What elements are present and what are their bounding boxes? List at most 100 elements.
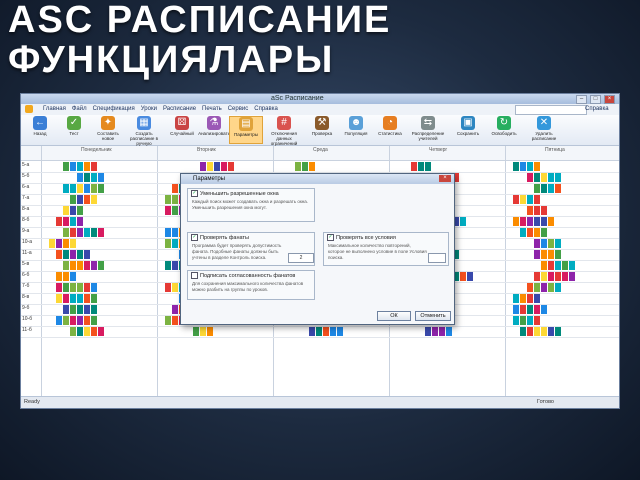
lesson-card[interactable] [548, 239, 554, 248]
lesson-card[interactable] [91, 283, 97, 292]
menu-item[interactable]: Главная [43, 104, 66, 115]
ribbon-button[interactable]: ↻ Освободить [487, 116, 521, 144]
lesson-card[interactable] [520, 327, 526, 336]
lesson-card[interactable] [165, 261, 171, 270]
lesson-card[interactable] [172, 239, 178, 248]
lesson-card[interactable] [221, 162, 227, 171]
lesson-card[interactable] [548, 283, 554, 292]
lesson-card[interactable] [70, 250, 76, 259]
lesson-card[interactable] [77, 228, 83, 237]
lesson-card[interactable] [330, 327, 336, 336]
menu-item[interactable]: Расписание [163, 104, 196, 115]
lesson-card[interactable] [439, 327, 445, 336]
lesson-card[interactable] [70, 162, 76, 171]
lesson-card[interactable] [534, 206, 540, 215]
lesson-card[interactable] [562, 272, 568, 281]
lesson-card[interactable] [165, 316, 171, 325]
lesson-card[interactable] [84, 261, 90, 270]
lesson-card[interactable] [91, 228, 97, 237]
lesson-card[interactable] [84, 195, 90, 204]
lesson-card[interactable] [165, 195, 171, 204]
lesson-card[interactable] [84, 184, 90, 193]
lesson-card[interactable] [548, 272, 554, 281]
lesson-card[interactable] [534, 195, 540, 204]
ribbon-button[interactable]: # Отключения данных ограничений [267, 116, 301, 146]
lesson-card[interactable] [541, 217, 547, 226]
lesson-card[interactable] [77, 195, 83, 204]
lesson-card[interactable] [534, 272, 540, 281]
lesson-card[interactable] [534, 294, 540, 303]
ribbon-button[interactable]: ▦ Создать расписание в ручную [127, 116, 161, 146]
lesson-card[interactable] [91, 261, 97, 270]
lesson-card[interactable] [460, 272, 466, 281]
lesson-card[interactable] [70, 283, 76, 292]
minimize-icon[interactable]: – [576, 95, 587, 104]
lesson-card[interactable] [569, 272, 575, 281]
lesson-card[interactable] [172, 228, 178, 237]
lesson-card[interactable] [77, 261, 83, 270]
lesson-card[interactable] [569, 261, 575, 270]
lesson-card[interactable] [520, 162, 526, 171]
lesson-card[interactable] [91, 195, 97, 204]
lesson-card[interactable] [467, 272, 473, 281]
checkbox-check-all-conditions[interactable]: ✓ [327, 234, 334, 241]
lesson-card[interactable] [323, 327, 329, 336]
ribbon-button[interactable]: ← Назад [23, 116, 57, 144]
lesson-card[interactable] [172, 206, 178, 215]
lesson-card[interactable] [214, 162, 220, 171]
ribbon-button[interactable]: ✕ Удалить расписание [527, 116, 561, 144]
lesson-card[interactable] [63, 316, 69, 325]
lesson-card[interactable] [70, 272, 76, 281]
lesson-card[interactable] [91, 305, 97, 314]
lesson-card[interactable] [172, 184, 178, 193]
lesson-card[interactable] [534, 327, 540, 336]
lesson-card[interactable] [63, 261, 69, 270]
lesson-card[interactable] [548, 250, 554, 259]
lesson-card[interactable] [555, 173, 561, 182]
lesson-card[interactable] [418, 162, 424, 171]
menu-item[interactable]: Спецификация [93, 104, 135, 115]
lesson-card[interactable] [527, 305, 533, 314]
lesson-card[interactable] [49, 239, 55, 248]
lesson-card[interactable] [302, 162, 308, 171]
lesson-card[interactable] [70, 305, 76, 314]
lesson-card[interactable] [63, 305, 69, 314]
lesson-card[interactable] [555, 250, 561, 259]
lesson-card[interactable] [84, 250, 90, 259]
lesson-card[interactable] [316, 327, 322, 336]
lesson-card[interactable] [172, 261, 178, 270]
lesson-card[interactable] [520, 294, 526, 303]
lesson-card[interactable] [172, 316, 178, 325]
lesson-card[interactable] [527, 195, 533, 204]
lesson-card[interactable] [534, 162, 540, 171]
lesson-card[interactable] [77, 305, 83, 314]
lesson-card[interactable] [541, 239, 547, 248]
lesson-card[interactable] [460, 217, 466, 226]
lesson-card[interactable] [84, 305, 90, 314]
lesson-card[interactable] [425, 162, 431, 171]
lesson-card[interactable] [513, 162, 519, 171]
lesson-card[interactable] [527, 217, 533, 226]
lesson-card[interactable] [513, 294, 519, 303]
lesson-card[interactable] [548, 184, 554, 193]
ok-button[interactable]: ОК [377, 311, 411, 321]
dialog-close-icon[interactable]: × [439, 175, 451, 182]
lesson-card[interactable] [541, 250, 547, 259]
menu-item[interactable]: Сервис [228, 104, 249, 115]
maximize-icon[interactable]: □ [590, 95, 601, 104]
lesson-card[interactable] [63, 217, 69, 226]
help-menu[interactable]: Справка [585, 104, 609, 115]
checkbox-sign-fans[interactable] [191, 272, 198, 279]
lesson-card[interactable] [207, 162, 213, 171]
lesson-card[interactable] [77, 316, 83, 325]
lesson-card[interactable] [527, 228, 533, 237]
lesson-card[interactable] [84, 228, 90, 237]
lesson-card[interactable] [84, 294, 90, 303]
lesson-card[interactable] [548, 327, 554, 336]
lesson-card[interactable] [98, 261, 104, 270]
lesson-card[interactable] [172, 283, 178, 292]
lesson-card[interactable] [63, 272, 69, 281]
lesson-card[interactable] [193, 327, 199, 336]
ribbon-button[interactable]: ▤ Параметры [229, 116, 263, 144]
lesson-card[interactable] [513, 305, 519, 314]
